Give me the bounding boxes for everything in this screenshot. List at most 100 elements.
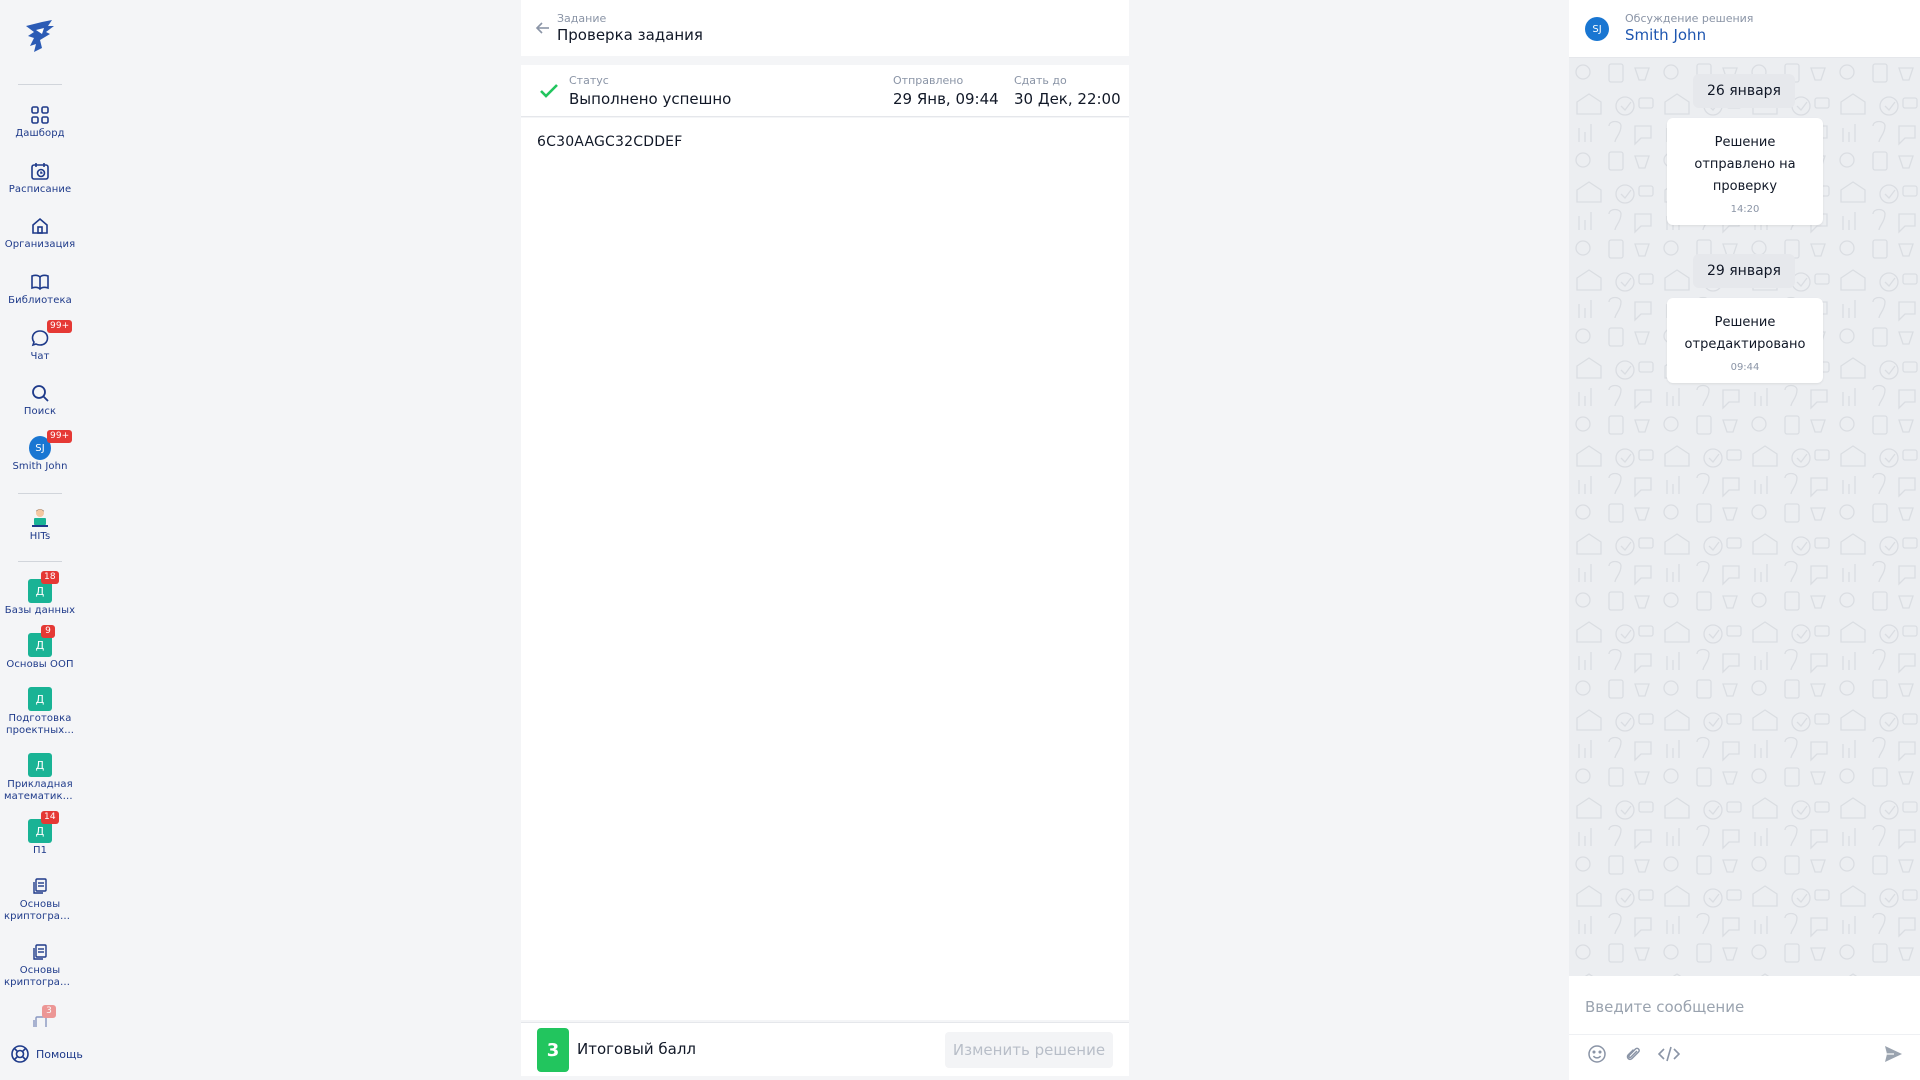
message-text: Решение отправлено на проверку [1694,135,1796,194]
course-icon: Д [28,687,52,711]
home-icon [29,215,51,237]
message-time: 14:20 [1730,204,1760,215]
page-title: Проверка задания [557,26,703,44]
chat-user-name[interactable]: Smith John [1625,26,1706,44]
sidebar-item-label: Чат [30,351,50,362]
help-button[interactable]: Помощь [10,1044,83,1064]
sidebar-item-organization[interactable]: Организация [0,215,80,251]
status-bar: Статус Выполнено успешно Отправлено 29 Я… [521,65,1129,117]
sidebar-item-dashboard[interactable]: Дашборд [0,104,80,140]
sent-label: Отправлено [893,74,964,87]
message-text: Решение отредактировано [1684,315,1806,352]
sent-field: Отправлено 29 Янв, 09:44 [893,74,999,110]
help-label: Помощь [36,1047,83,1061]
count-badge: 18 [41,571,59,584]
sidebar-item-label: Основы криптограф... [4,899,79,922]
date-divider: 26 января [1693,74,1795,108]
sidebar: Дашборд Расписание Организация Библиотек… [0,0,83,1080]
sidebar-item-label: HITs [29,531,51,542]
app-logo-icon[interactable] [22,18,58,56]
sidebar-item-course-databases[interactable]: Д 18 Базы данных [0,571,80,617]
sidebar-item-library[interactable]: Библиотека [0,271,80,307]
count-badge: 9 [41,625,55,638]
documents-icon [29,941,51,963]
edit-solution-button[interactable]: Изменить решение [945,1032,1113,1068]
person-laptop-icon [29,507,51,529]
system-message: Решение отредактировано 09:44 [1667,298,1823,383]
sidebar-item-course-crypto[interactable]: Основы криптограф... [0,875,80,923]
status-value: Выполнено успешно [569,90,732,108]
score-badge: 3 [537,1028,569,1072]
documents-icon: 3 [29,1005,56,1027]
sidebar-item-label: Организация [4,239,76,250]
solution-text: 6C30AAGC32CDDEF [537,134,683,150]
send-icon[interactable] [1881,1042,1905,1066]
divider [18,493,62,494]
code-icon[interactable] [1657,1042,1681,1066]
solution-content: 6C30AAGC32CDDEF [521,118,1129,1020]
sidebar-item-label: Smith John [12,461,68,472]
due-value: 30 Дек, 22:00 [1014,90,1121,108]
chat-icon: 99+ [29,320,73,349]
sidebar-item-hits[interactable]: HITs [0,507,80,543]
grid-icon [29,104,51,126]
documents-icon [29,875,51,897]
date-divider: 29 января [1693,254,1795,288]
sidebar-item-label: Базы данных [4,605,76,616]
sidebar-item-course-projects[interactable]: Д Подготовка проектных... [0,687,80,737]
divider [1569,1034,1920,1035]
sidebar-item-profile[interactable]: SJ 99+ Smith John [0,430,80,473]
sidebar-item-label: Дашборд [15,128,65,139]
chat-header: SJ Обсуждение решения Smith John [1569,0,1920,58]
sidebar-item-more[interactable]: 3 [0,1005,80,1027]
sidebar-item-schedule[interactable]: Расписание [0,160,80,196]
sent-value: 29 Янв, 09:44 [893,90,999,108]
sidebar-item-label: Основы ООП [6,659,74,670]
avatar[interactable]: SJ [1585,17,1609,41]
calendar-icon [29,160,51,182]
count-badge: 3 [42,1005,56,1018]
sidebar-item-label: Прикладная математика... [4,779,79,802]
due-field: Сдать до 30 Дек, 22:00 [1014,74,1121,110]
sidebar-item-course-p1[interactable]: Д 14 П1 [0,811,80,857]
notification-badge: 99+ [47,430,73,443]
sidebar-item-course-oop[interactable]: Д 9 Основы ООП [0,625,80,671]
avatar-wrap: SJ 99+ [29,430,73,460]
sidebar-item-label: Основы криптограф... [4,965,79,988]
course-icon-wrap: Д [28,753,52,777]
task-header: Задание Проверка задания [521,0,1129,56]
message-time: 09:44 [1730,362,1760,373]
system-message: Решение отправлено на проверку 14:20 [1667,118,1823,225]
sidebar-item-course-crypto-2[interactable]: Основы криптограф... [0,941,80,989]
divider [18,561,62,562]
chat-panel: SJ Обсуждение решения Smith John 26 янва… [1569,0,1920,1080]
course-icon: Д [28,753,52,777]
score-label: Итоговый балл [577,1040,697,1058]
unread-badge: 99+ [47,320,73,333]
attachment-icon[interactable] [1621,1042,1645,1066]
header-subtitle: Задание [557,12,607,25]
sidebar-item-chat[interactable]: 99+ Чат [0,320,80,363]
course-icon-wrap: Д 18 [28,571,59,603]
count-badge: 14 [41,811,59,824]
checkmark-icon [539,82,559,100]
chat-subtitle: Обсуждение решения [1625,12,1754,25]
chat-messages[interactable]: 26 января Решение отправлено на проверку… [1569,58,1920,976]
sidebar-item-course-math[interactable]: Д Прикладная математика... [0,753,80,803]
divider [18,84,62,85]
sidebar-item-label: Библиотека [8,295,72,306]
search-icon [29,382,51,404]
course-icon-wrap: Д 9 [28,625,55,657]
book-icon [29,271,51,293]
emoji-icon[interactable] [1585,1042,1609,1066]
sidebar-item-label: Поиск [23,406,57,417]
task-footer: 3 Итоговый балл Изменить решение [521,1022,1129,1076]
lifebuoy-icon [10,1044,30,1064]
sidebar-item-label: П1 [32,845,48,856]
message-composer [1569,976,1920,1080]
sidebar-item-label: Подготовка проектных... [5,713,75,736]
message-input[interactable] [1585,998,1905,1016]
back-arrow-icon[interactable] [535,20,551,36]
sidebar-item-search[interactable]: Поиск [0,382,80,418]
status-field: Статус Выполнено успешно [569,74,731,110]
